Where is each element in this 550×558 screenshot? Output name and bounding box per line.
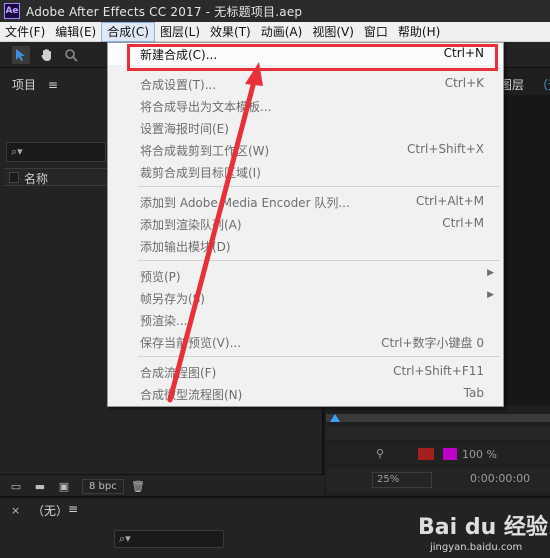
baidu-logo: Bai du 经验 bbox=[418, 515, 548, 540]
annotation-arrow-icon bbox=[167, 62, 263, 403]
watermark-url: jingyan.baidu.com bbox=[430, 542, 523, 553]
baidu-watermark: Bai du 经验 jingyan.baidu.com bbox=[418, 509, 548, 557]
